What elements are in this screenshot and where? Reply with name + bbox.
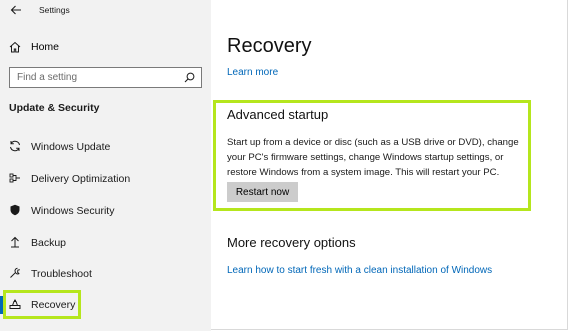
main-content: Recovery Learn more Advanced startup Sta…	[211, 0, 568, 331]
sidebar-item-home[interactable]: Home	[0, 38, 211, 58]
sync-icon	[10, 140, 20, 152]
search-placeholder: Find a setting	[17, 72, 78, 83]
sidebar-item-label: Windows Update	[31, 141, 111, 153]
more-recovery-options-title: More recovery options	[227, 235, 356, 250]
restart-now-button[interactable]: Restart now	[227, 182, 298, 202]
advanced-startup-description: Start up from a device or disc (such as …	[227, 137, 519, 178]
sidebar-item-label: Troubleshoot	[31, 268, 92, 280]
sidebar-item-windows-update[interactable]: Windows Update	[0, 136, 211, 158]
sidebar-item-label: Windows Security	[31, 205, 115, 217]
page-title: Recovery	[227, 35, 312, 57]
recovery-highlight-box	[3, 290, 81, 319]
sidebar-item-backup[interactable]: Backup	[0, 232, 211, 254]
search-input[interactable]: Find a setting	[9, 67, 202, 88]
wrench-icon	[10, 267, 20, 278]
delivery-optimization-icon	[9, 173, 20, 183]
learn-more-link[interactable]: Learn more	[227, 67, 278, 78]
advanced-startup-title: Advanced startup	[227, 107, 329, 122]
back-arrow-icon[interactable]	[9, 3, 23, 17]
sidebar-item-label: Delivery Optimization	[31, 173, 131, 185]
sidebar-item-windows-security[interactable]: Windows Security	[0, 200, 211, 222]
backup-arrow-icon	[11, 236, 19, 248]
sidebar: Settings Home Find a setting Update & Se…	[0, 0, 211, 331]
start-fresh-link[interactable]: Learn how to start fresh with a clean in…	[227, 265, 492, 276]
sidebar-item-troubleshoot[interactable]: Troubleshoot	[0, 263, 211, 285]
sidebar-item-label: Backup	[31, 237, 67, 249]
search-icon[interactable]	[184, 72, 195, 83]
section-title: Update & Security	[9, 102, 100, 114]
app-title: Settings	[39, 5, 70, 15]
shield-icon	[10, 204, 20, 216]
title-bar: Settings	[0, 0, 211, 24]
home-icon	[9, 41, 21, 53]
home-label: Home	[31, 41, 60, 53]
sidebar-item-delivery-optimization[interactable]: Delivery Optimization	[0, 168, 211, 190]
